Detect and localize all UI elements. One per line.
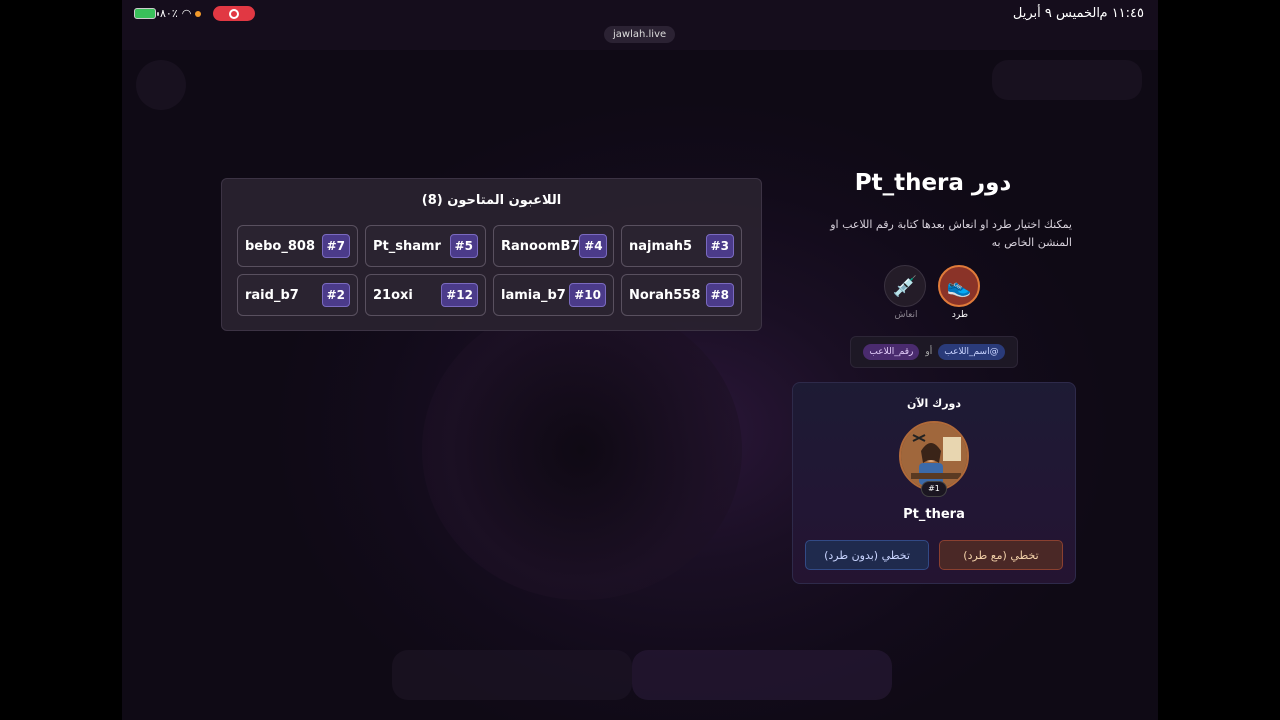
blurred-element-bottom-left — [392, 650, 632, 700]
target-format-hint: @اسم_اللاعب أو رقم_اللاعب — [850, 336, 1018, 368]
player-card[interactable]: lamia_b7 #10 — [493, 274, 614, 316]
blurred-element-bottom-right — [632, 650, 892, 700]
player-number-badge: #4 — [579, 234, 608, 258]
rank-badge: #1 — [921, 481, 947, 497]
player-name: najmah5 — [629, 238, 693, 254]
syringe-icon[interactable]: 💉 — [884, 265, 926, 307]
kick-action[interactable]: 👟 طرد — [938, 265, 982, 320]
orange-dot-icon — [195, 10, 202, 17]
player-card[interactable]: bebo_808 #7 — [237, 225, 358, 267]
player-card[interactable]: raid_b7 #2 — [237, 274, 358, 316]
player-card[interactable]: najmah5 #3 — [621, 225, 742, 267]
player-name: lamia_b7 — [501, 287, 566, 303]
player-number-badge: #2 — [321, 283, 350, 307]
skip-without-kick-button[interactable]: تخطي (بدون طرد) — [805, 540, 929, 570]
players-panel-title: اللاعبون المتاحون (8) — [421, 193, 562, 208]
current-player-name: Pt_thera — [903, 507, 965, 522]
hint-or: أو — [925, 347, 933, 357]
turn-description: يمكنك اختيار طرد او انعاش بعدها كتابة رق… — [830, 218, 1072, 249]
battery-icon — [134, 8, 159, 19]
blurred-element-left — [136, 60, 186, 110]
players-grid: najmah5 #3 RanoomB7 #4 Pt_shamr #5 bebo_808… — [236, 225, 742, 316]
mention-tag: @اسم_اللاعب — [938, 344, 1005, 360]
current-turn-title: دورك الآن — [906, 397, 962, 410]
player-number-badge: #7 — [321, 234, 350, 258]
player-card[interactable]: Pt_shamr #5 — [365, 225, 486, 267]
player-name: bebo_808 — [245, 238, 315, 254]
url-bar[interactable]: jawlah.live — [604, 26, 676, 43]
skip-with-kick-button[interactable]: تخطي (مع طرد) — [939, 540, 1063, 570]
background-glow — [422, 300, 742, 600]
player-name: Pt_shamr — [373, 238, 441, 254]
battery-percentage: ٨٠٪ — [160, 7, 178, 20]
revive-action[interactable]: 💉 انعاش — [884, 265, 928, 320]
number-tag: رقم_اللاعب — [863, 344, 920, 360]
status-bar: ٨٠٪ ◠ الخميس ٩ أبريل ١١:٤٥ م jawlah.live — [122, 0, 1158, 50]
status-date: الخميس ٩ أبريل — [1012, 6, 1100, 21]
status-indicators: ٨٠٪ ◠ — [134, 6, 256, 21]
record-icon — [229, 8, 240, 19]
player-name: raid_b7 — [245, 287, 299, 303]
wifi-icon: ◠ — [181, 7, 192, 20]
player-name: RanoomB7 — [501, 238, 580, 254]
available-players-panel: اللاعبون المتاحون (8) najmah5 #3 RanoomB7… — [221, 178, 762, 331]
revive-label: انعاش — [894, 310, 918, 320]
player-card[interactable]: RanoomB7 #4 — [493, 225, 614, 267]
player-name: Norah558 — [629, 287, 701, 303]
player-number-badge: #3 — [705, 234, 734, 258]
screen-recording-button[interactable] — [213, 6, 256, 21]
player-name: 21oxi — [373, 287, 413, 303]
status-time: ١١:٤٥ م — [1099, 6, 1145, 21]
blurred-element-right — [992, 60, 1142, 100]
current-turn-card: دورك الآن #1 Pt_thera تخطي (مع طرد) تخطي… — [792, 382, 1076, 584]
player-number-badge: #10 — [569, 283, 606, 307]
turn-title: دور Pt_thera — [854, 170, 1012, 196]
kick-label: طرد — [951, 310, 969, 320]
player-card[interactable]: 21oxi #12 — [365, 274, 486, 316]
shoe-icon[interactable]: 👟 — [938, 265, 980, 307]
player-number-badge: #5 — [449, 234, 478, 258]
player-number-badge: #12 — [441, 283, 478, 307]
player-number-badge: #8 — [705, 283, 734, 307]
player-card[interactable]: Norah558 #8 — [621, 274, 742, 316]
game-screen: ٨٠٪ ◠ الخميس ٩ أبريل ١١:٤٥ م jawlah.live… — [122, 0, 1158, 720]
